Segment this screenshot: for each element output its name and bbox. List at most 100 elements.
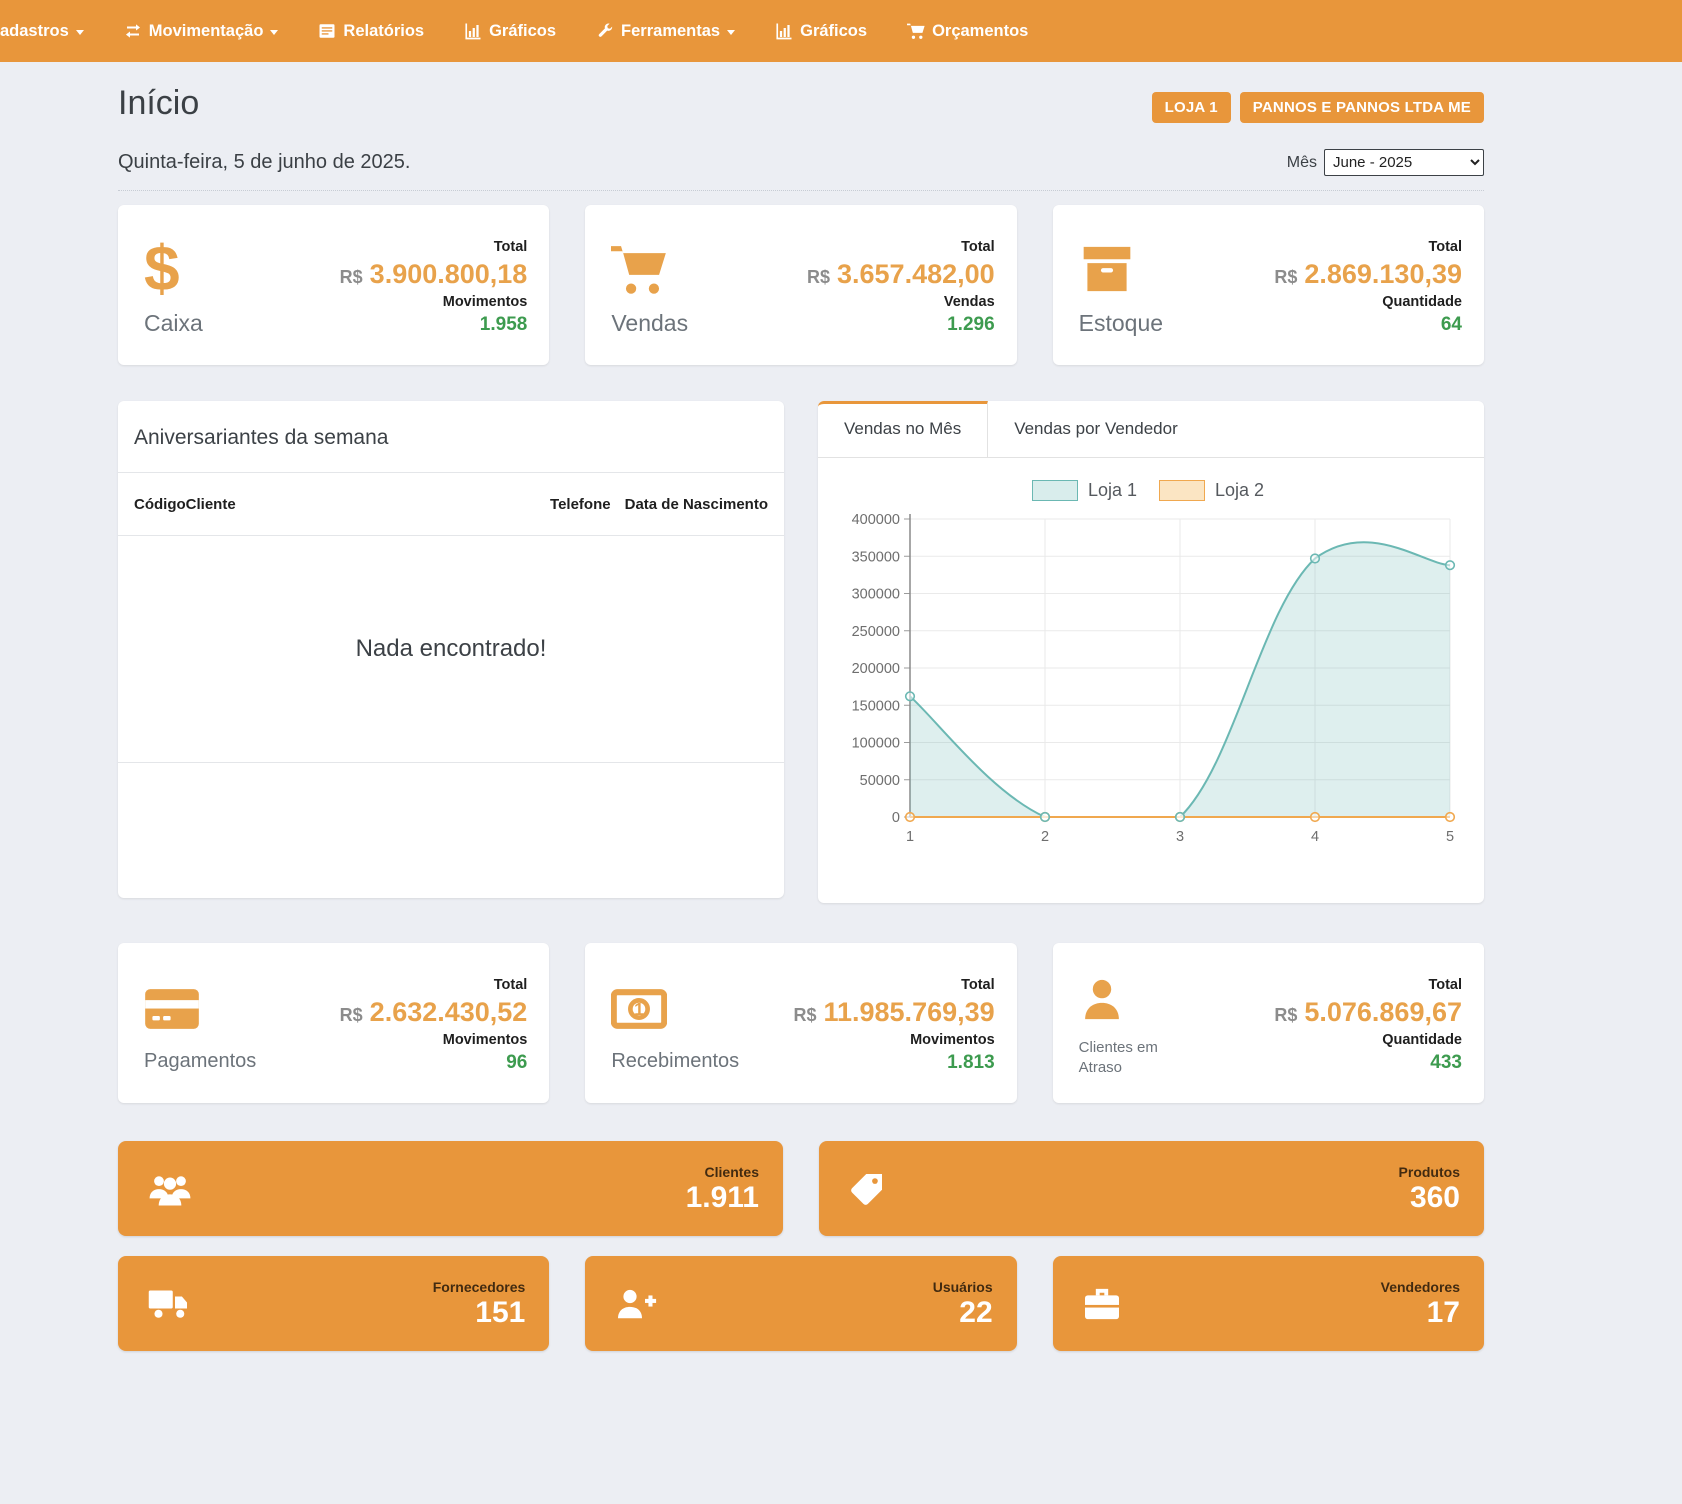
count-value: 1.296 <box>947 314 995 336</box>
pagamentos-card[interactable]: Pagamentos Total R$ 2.632.430,52 Moviment… <box>118 943 549 1103</box>
currency-symbol: R$ <box>1274 267 1297 288</box>
tile-label: Vendedores <box>1381 1279 1460 1295</box>
nav-item-movimentacao[interactable]: Movimentação <box>124 22 279 41</box>
tag-icon <box>849 1171 885 1207</box>
currency-symbol: R$ <box>793 1005 816 1026</box>
card-title: Estoque <box>1079 310 1163 337</box>
truck-icon <box>148 1288 190 1320</box>
nav-item-cadastros[interactable]: adastros <box>0 22 84 41</box>
card-title: Caixa <box>144 310 203 337</box>
count-label: Quantidade <box>1382 1032 1462 1048</box>
clientes-tile[interactable]: Clientes 1.911 <box>118 1141 783 1236</box>
tile-value: 17 <box>1427 1297 1460 1329</box>
tab-vendas-por-vendedor[interactable]: Vendas por Vendedor <box>988 401 1204 457</box>
column-codigo: Código <box>134 496 186 513</box>
count-value: 433 <box>1430 1052 1462 1074</box>
fornecedores-tile[interactable]: Fornecedores 151 <box>118 1256 549 1351</box>
nav-item-label: Orçamentos <box>932 22 1028 41</box>
total-value: 2.869.130,39 <box>1304 259 1462 290</box>
swap-arrows-icon <box>124 22 142 40</box>
caixa-card[interactable]: $ Caixa Total R$3.900.800,18 Movimentos … <box>118 205 549 365</box>
svg-text:200000: 200000 <box>852 661 900 677</box>
tab-vendas-no-mes[interactable]: Vendas no Mês <box>818 401 988 457</box>
user-icon <box>1079 972 1179 1028</box>
tile-label: Fornecedores <box>433 1279 526 1295</box>
month-label: Mês <box>1287 154 1317 172</box>
count-label: Movimentos <box>443 294 528 310</box>
svg-text:3: 3 <box>1176 829 1184 845</box>
legend-item-loja1[interactable]: Loja 1 <box>1032 480 1137 501</box>
chart-legend: Loja 1 Loja 2 <box>822 480 1474 501</box>
column-nascimento: Data de Nascimento <box>625 496 768 513</box>
currency-symbol: R$ <box>807 267 830 288</box>
store-badge[interactable]: LOJA 1 <box>1152 92 1231 123</box>
count-label: Movimentos <box>443 1032 528 1048</box>
wrench-icon <box>596 22 614 40</box>
count-value: 1.813 <box>947 1052 995 1074</box>
legend-label: Loja 1 <box>1088 480 1137 501</box>
dollar-icon: $ <box>144 238 203 300</box>
legend-item-loja2[interactable]: Loja 2 <box>1159 480 1264 501</box>
page-title: Início <box>118 84 199 123</box>
count-label: Quantidade <box>1382 294 1462 310</box>
produtos-tile[interactable]: Produtos 360 <box>819 1141 1484 1236</box>
count-label: Vendas <box>944 294 995 310</box>
total-label: Total <box>494 977 528 993</box>
currency-symbol: R$ <box>340 267 363 288</box>
current-date: Quinta-feira, 5 de junho de 2025. <box>118 151 410 174</box>
svg-text:1: 1 <box>634 999 644 1019</box>
currency-symbol: R$ <box>1274 1005 1297 1026</box>
clientes-em-atraso-card[interactable]: Clientes em Atraso Total R$5.076.869,67 … <box>1053 943 1484 1103</box>
nav-item-orcamentos[interactable]: Orçamentos <box>907 22 1028 41</box>
box-icon <box>1079 238 1163 300</box>
total-label: Total <box>494 239 528 255</box>
svg-text:1: 1 <box>906 829 914 845</box>
birthdays-title: Aniversariantes da semana <box>118 401 784 472</box>
nav-item-graficos-2[interactable]: Gráficos <box>775 22 867 41</box>
nav-item-label: Ferramentas <box>621 22 720 41</box>
svg-text:0: 0 <box>892 810 900 826</box>
nav-item-label: Gráficos <box>800 22 867 41</box>
vendas-card[interactable]: Vendas Total R$3.657.482,00 Vendas 1.296 <box>585 205 1016 365</box>
company-badge[interactable]: PANNOS E PANNOS LTDA ME <box>1240 92 1484 123</box>
tile-value: 151 <box>475 1297 525 1329</box>
line-area-chart[interactable]: 0500001000001500002000002500003000003500… <box>832 507 1464 862</box>
svg-text:300000: 300000 <box>852 587 900 603</box>
tile-value: 1.911 <box>686 1182 759 1214</box>
total-label: Total <box>1428 977 1462 993</box>
svg-text:4: 4 <box>1311 829 1319 845</box>
cart-icon <box>907 22 925 40</box>
caret-down-icon <box>76 30 84 35</box>
currency-symbol: R$ <box>340 1005 363 1026</box>
nav-item-relatorios[interactable]: Relatórios <box>318 22 424 41</box>
card-title: Pagamentos <box>144 1050 256 1073</box>
empty-state-message: Nada encontrado! <box>118 536 784 762</box>
usuarios-tile[interactable]: Usuários 22 <box>585 1256 1016 1351</box>
legend-swatch-loja1 <box>1032 480 1078 501</box>
column-cliente: Cliente <box>186 496 236 513</box>
svg-text:350000: 350000 <box>852 549 900 565</box>
svg-text:5: 5 <box>1446 829 1454 845</box>
nav-item-graficos-1[interactable]: Gráficos <box>464 22 556 41</box>
svg-text:250000: 250000 <box>852 624 900 640</box>
recebimentos-card[interactable]: 1 Recebimentos Total R$11.985.769,39 Mov… <box>585 943 1016 1103</box>
nav-item-label: Movimentação <box>149 22 264 41</box>
bar-chart-icon <box>464 22 482 40</box>
total-value: 11.985.769,39 <box>823 997 994 1028</box>
vendedores-tile[interactable]: Vendedores 17 <box>1053 1256 1484 1351</box>
total-value: 2.632.430,52 <box>370 997 528 1028</box>
count-value: 1.958 <box>480 314 528 336</box>
report-icon <box>318 22 336 40</box>
sales-tabbar: Vendas no Mês Vendas por Vendedor <box>818 401 1484 458</box>
total-label: Total <box>961 239 995 255</box>
month-select[interactable]: June - 2025 <box>1324 149 1484 176</box>
svg-text:400000: 400000 <box>852 512 900 528</box>
tile-value: 360 <box>1410 1182 1460 1214</box>
tile-label: Clientes <box>705 1164 759 1180</box>
total-label: Total <box>961 977 995 993</box>
nav-item-ferramentas[interactable]: Ferramentas <box>596 22 735 41</box>
nav-item-label: Gráficos <box>489 22 556 41</box>
estoque-card[interactable]: Estoque Total R$2.869.130,39 Quantidade … <box>1053 205 1484 365</box>
svg-text:100000: 100000 <box>852 736 900 752</box>
sales-chart: Loja 1 Loja 2 05000010000015000020000025… <box>818 458 1484 872</box>
